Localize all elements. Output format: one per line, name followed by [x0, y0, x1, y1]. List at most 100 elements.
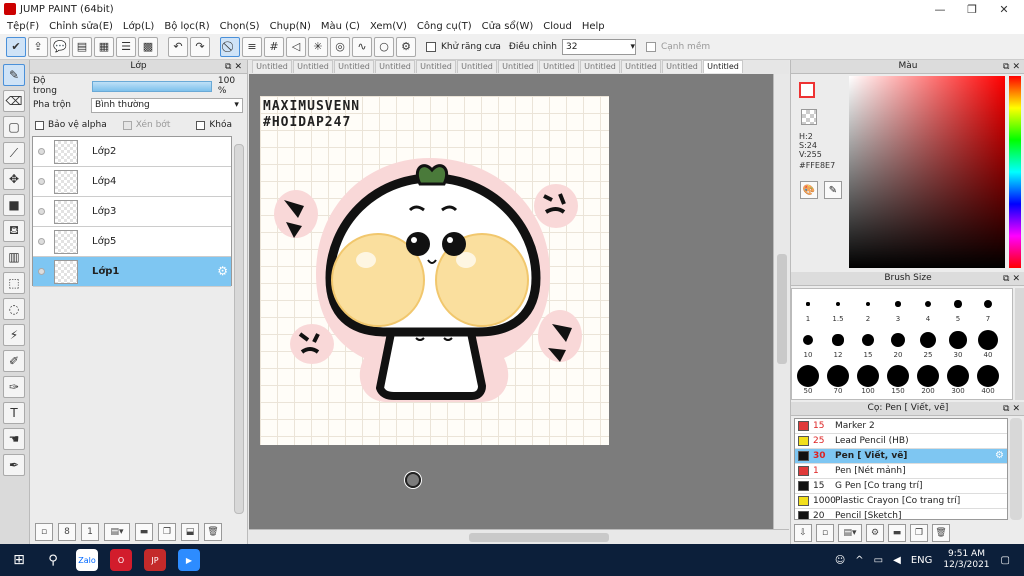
brush-size-option[interactable]: 300 — [943, 365, 973, 395]
document-tab[interactable]: Untitled — [375, 60, 415, 73]
tool-preset-row[interactable]: 1 Pen [Nét mảnh] — [795, 464, 1007, 479]
antialias-checkbox[interactable] — [426, 41, 436, 52]
brush-size-option[interactable]: 2 — [853, 293, 883, 323]
layer-scrollbar[interactable] — [234, 144, 244, 514]
move-tool-icon[interactable]: ✥ — [3, 168, 25, 190]
brush-size-option[interactable]: 15 — [853, 329, 883, 359]
volume-icon[interactable]: ◀ — [893, 555, 901, 566]
gear-icon[interactable]: ⚙ — [217, 264, 228, 278]
menu-item[interactable]: Xem(V) — [365, 21, 412, 32]
brush-size-option[interactable]: 70 — [823, 365, 853, 395]
document-tab[interactable]: Untitled — [703, 60, 743, 73]
document-tab[interactable]: Untitled — [334, 60, 374, 73]
concentric-icon[interactable]: ◎ — [330, 36, 350, 57]
radial-icon[interactable]: ✳ — [308, 36, 328, 57]
brush-size-option[interactable]: 100 — [853, 365, 883, 395]
brush-size-option[interactable]: 7 — [973, 293, 1003, 323]
clock[interactable]: 9:51 AM 12/3/2021 — [943, 549, 989, 571]
brush-size-scrollbar[interactable] — [1015, 288, 1024, 400]
menu-item[interactable]: Cửa sổ(W) — [477, 21, 539, 32]
search-icon[interactable]: ⚲ — [42, 549, 64, 571]
hue-slider[interactable] — [1009, 76, 1021, 268]
windows-start-icon[interactable]: ⊞ — [8, 549, 30, 571]
magic-wand-tool-icon[interactable]: ⚡ — [3, 324, 25, 346]
protect-alpha-checkbox[interactable] — [35, 120, 44, 130]
menu-item[interactable]: Help — [577, 21, 610, 32]
lock-checkbox[interactable] — [196, 120, 206, 130]
settings-icon[interactable]: ⚙ — [396, 36, 416, 57]
tool-preset-row[interactable]: 1000 Plastic Crayon [Co trang trí] — [795, 494, 1007, 509]
brush-size-option[interactable]: 20 — [883, 329, 913, 359]
panel-close-icon[interactable]: ✕ — [1012, 62, 1023, 72]
opacity-slider[interactable] — [92, 80, 212, 92]
brush-size-option[interactable]: 10 — [793, 329, 823, 359]
tool-preset-row[interactable]: 15 Marker 2 — [795, 419, 1007, 434]
document-tab[interactable]: Untitled — [621, 60, 661, 73]
parallel-ruler-icon[interactable]: ≡ — [242, 36, 262, 57]
saturation-value-picker[interactable] — [849, 76, 1005, 268]
preset-settings-icon[interactable]: ⚙ — [866, 524, 884, 542]
menu-item[interactable]: Chụp(N) — [265, 21, 316, 32]
brush-tool-icon[interactable]: ✎ — [3, 64, 25, 86]
brush-size-option[interactable]: 3 — [883, 293, 913, 323]
select-rect-tool-icon[interactable]: ⬚ — [3, 272, 25, 294]
circle-ruler-icon[interactable]: ○ — [374, 36, 394, 57]
new-layer-1bit-icon[interactable]: 1 — [81, 523, 99, 541]
visibility-toggle[interactable] — [38, 178, 45, 185]
comment-icon[interactable]: 💬 — [50, 36, 70, 57]
message-icon[interactable]: ▤ — [72, 36, 92, 57]
menu-item[interactable]: Chỉnh sửa(E) — [44, 21, 118, 32]
document-tab[interactable]: Untitled — [539, 60, 579, 73]
blend-mode-select[interactable]: Bình thường ▾ — [90, 97, 243, 113]
brush-size-option[interactable]: 50 — [793, 365, 823, 395]
canvas-horizontal-scrollbar[interactable] — [249, 529, 789, 544]
input-language[interactable]: ENG — [911, 555, 933, 566]
taskbar-app-icon[interactable]: O — [110, 549, 132, 571]
taskbar-app-icon[interactable]: ▶ — [178, 549, 200, 571]
duplicate-layer-icon[interactable]: ❐ — [158, 523, 176, 541]
document-tab[interactable]: Untitled — [580, 60, 620, 73]
menu-item[interactable]: Lớp(L) — [118, 21, 159, 32]
drawing-canvas[interactable]: MAXIMUSVENN #HOIDAP247 — [260, 96, 609, 445]
taskbar-app-icon[interactable]: JP — [144, 549, 166, 571]
close-button[interactable]: ✕ — [988, 0, 1020, 18]
layer-row[interactable]: Lớp1 ⚙ — [33, 257, 231, 287]
document-tab[interactable]: Untitled — [662, 60, 702, 73]
menu-item[interactable]: Màu (C) — [316, 21, 365, 32]
panel-close-icon[interactable]: ✕ — [1012, 404, 1023, 414]
export-icon[interactable]: ⇪ — [28, 36, 48, 57]
grid-ruler-icon[interactable]: # — [264, 36, 284, 57]
gradient-tool-icon[interactable]: ▥ — [3, 246, 25, 268]
foreground-color-swatch[interactable] — [799, 82, 815, 98]
tool-preset-row[interactable]: 20 Pencil [Sketch] — [795, 509, 1007, 519]
people-icon[interactable]: ☺ — [835, 555, 845, 566]
tool-preset-row[interactable]: 25 Lead Pencil (HB) — [795, 434, 1007, 449]
new-preset-icon[interactable]: ▫ — [816, 524, 834, 542]
text-tool-icon[interactable]: T — [3, 402, 25, 424]
palette-edit-icon[interactable]: ✎ — [824, 181, 842, 199]
notification-icon[interactable]: ▢ — [1001, 555, 1010, 566]
gear-icon[interactable]: ⚙ — [995, 450, 1004, 461]
merge-layer-icon[interactable]: ⬓ — [181, 523, 199, 541]
menu-item[interactable]: Bộ lọc(R) — [159, 21, 214, 32]
brush-size-option[interactable]: 400 — [973, 365, 1003, 395]
new-folder-icon[interactable]: ▬ — [135, 523, 153, 541]
transparent-color-swatch[interactable] — [801, 109, 817, 125]
scrollbar-thumb[interactable] — [777, 254, 787, 364]
document-tab[interactable]: Untitled — [293, 60, 333, 73]
brush-size-option[interactable]: 5 — [943, 293, 973, 323]
panel-close-icon[interactable]: ✕ — [1012, 274, 1023, 284]
select-pen-tool-icon[interactable]: ✐ — [3, 350, 25, 372]
menu-item[interactable]: Cloud — [538, 21, 577, 32]
menu-item[interactable]: Tệp(F) — [2, 21, 44, 32]
layer-row[interactable]: Lớp4 — [33, 167, 231, 197]
ruler-off-icon[interactable]: ⃠ — [220, 36, 240, 57]
document-tab[interactable]: Untitled — [457, 60, 497, 73]
visibility-toggle[interactable] — [38, 208, 45, 215]
add-layer-menu-icon[interactable]: ▤▾ — [104, 523, 130, 541]
cloud-download-icon[interactable]: ⇩ — [794, 524, 812, 542]
duplicate-preset-icon[interactable]: ❐ — [910, 524, 928, 542]
curve-ruler-icon[interactable]: ∿ — [352, 36, 372, 57]
brush-size-option[interactable]: 150 — [883, 365, 913, 395]
document-tab[interactable]: Untitled — [416, 60, 456, 73]
